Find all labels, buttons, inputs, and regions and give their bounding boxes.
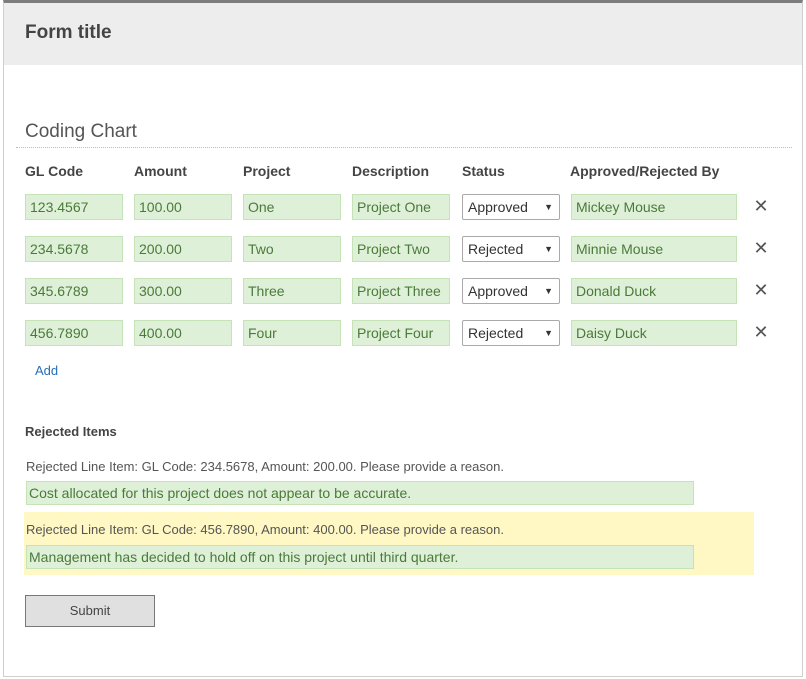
status-select[interactable]: Rejected ▼	[462, 320, 560, 346]
chevron-down-icon: ▼	[544, 202, 553, 212]
column-header-project: Project	[243, 163, 291, 179]
description-input[interactable]: Project Three	[352, 278, 450, 304]
table-row: 345.6789 300.00 Three Project Three Appr…	[4, 278, 802, 306]
amount-input[interactable]: 400.00	[134, 320, 232, 346]
chevron-down-icon: ▼	[544, 244, 553, 254]
approved-by-input[interactable]: Daisy Duck	[571, 320, 737, 346]
add-row-link[interactable]: Add	[35, 363, 58, 378]
amount-input[interactable]: 100.00	[134, 194, 232, 220]
reason-input[interactable]: Management has decided to hold off on th…	[26, 545, 694, 569]
status-value: Rejected	[468, 325, 524, 341]
close-icon[interactable]: ✕	[752, 321, 770, 343]
gl-code-input[interactable]: 123.4567	[25, 194, 123, 220]
reason-input[interactable]: Cost allocated for this project does not…	[26, 481, 694, 505]
form-panel: Form title Coding Chart GL Code Amount P…	[3, 0, 803, 677]
form-header: Form title	[4, 3, 802, 65]
section-divider	[16, 147, 792, 148]
project-input[interactable]: Four	[243, 320, 341, 346]
approved-by-input[interactable]: Mickey Mouse	[571, 194, 737, 220]
status-value: Approved	[468, 199, 528, 215]
close-icon[interactable]: ✕	[752, 195, 770, 217]
approved-by-input[interactable]: Minnie Mouse	[571, 236, 737, 262]
rejected-items-title: Rejected Items	[25, 424, 117, 439]
column-header-gl-code: GL Code	[25, 163, 84, 179]
status-value: Approved	[468, 283, 528, 299]
column-header-amount: Amount	[134, 163, 187, 179]
table-row: 123.4567 100.00 One Project One Approved…	[4, 194, 802, 222]
coding-chart-title: Coding Chart	[25, 121, 137, 142]
chevron-down-icon: ▼	[544, 286, 553, 296]
status-select[interactable]: Approved ▼	[462, 278, 560, 304]
status-value: Rejected	[468, 241, 524, 257]
close-icon[interactable]: ✕	[752, 279, 770, 301]
rejected-item-text: Rejected Line Item: GL Code: 234.5678, A…	[26, 459, 504, 474]
status-select[interactable]: Approved ▼	[462, 194, 560, 220]
column-header-approved-by: Approved/Rejected By	[570, 163, 720, 179]
rejected-item-text: Rejected Line Item: GL Code: 456.7890, A…	[26, 522, 504, 537]
description-input[interactable]: Project Four	[352, 320, 450, 346]
column-header-description: Description	[352, 163, 430, 179]
gl-code-input[interactable]: 456.7890	[25, 320, 123, 346]
gl-code-input[interactable]: 234.5678	[25, 236, 123, 262]
project-input[interactable]: One	[243, 194, 341, 220]
gl-code-input[interactable]: 345.6789	[25, 278, 123, 304]
table-row: 456.7890 400.00 Four Project Four Reject…	[4, 320, 802, 348]
chevron-down-icon: ▼	[544, 328, 553, 338]
close-icon[interactable]: ✕	[752, 237, 770, 259]
status-select[interactable]: Rejected ▼	[462, 236, 560, 262]
amount-input[interactable]: 200.00	[134, 236, 232, 262]
description-input[interactable]: Project One	[352, 194, 450, 220]
rejected-item-highlighted: Rejected Line Item: GL Code: 456.7890, A…	[24, 512, 754, 575]
submit-button[interactable]: Submit	[25, 595, 155, 627]
approved-by-input[interactable]: Donald Duck	[571, 278, 737, 304]
project-input[interactable]: Two	[243, 236, 341, 262]
amount-input[interactable]: 300.00	[134, 278, 232, 304]
rejected-item: Rejected Line Item: GL Code: 234.5678, A…	[24, 449, 754, 511]
table-row: 234.5678 200.00 Two Project Two Rejected…	[4, 236, 802, 264]
column-header-status: Status	[462, 163, 505, 179]
project-input[interactable]: Three	[243, 278, 341, 304]
description-input[interactable]: Project Two	[352, 236, 450, 262]
form-title: Form title	[25, 22, 112, 43]
